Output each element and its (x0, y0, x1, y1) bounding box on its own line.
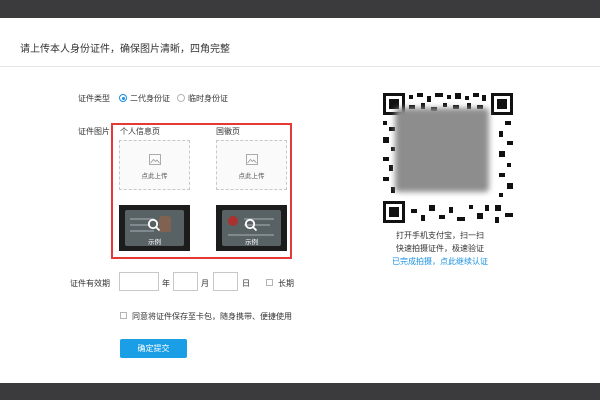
validity-label: 证件有效期 (70, 279, 110, 288)
long-term-label: 长期 (278, 279, 294, 288)
qr-instruction-line2: 快速拍摄证件，极速验证 (396, 244, 484, 253)
day-input[interactable] (213, 272, 238, 291)
image-upload-icon (246, 154, 258, 165)
bottom-bar (0, 383, 600, 400)
upload-back-button[interactable]: 点此上传 (216, 140, 287, 190)
radio-second-gen-id-label[interactable]: 二代身份证 (130, 93, 170, 104)
sample-back-text: 示例 (245, 238, 258, 246)
submit-button[interactable]: 确定提交 (120, 339, 187, 358)
day-unit: 日 (242, 279, 250, 288)
magnifier-icon (147, 218, 161, 232)
month-unit: 月 (201, 279, 209, 288)
top-bar (0, 0, 600, 18)
upload-back-text: 点此上传 (238, 172, 265, 180)
continue-verification-link[interactable]: 已完成拍摄，点此继续认证 (360, 256, 520, 267)
radio-temporary-id[interactable] (177, 94, 185, 102)
sample-back-thumbnail[interactable]: 示例 (216, 205, 287, 251)
header-divider (0, 66, 600, 67)
sample-front-thumbnail[interactable]: 示例 (119, 205, 190, 251)
doc-image-label: 证件图片 (78, 127, 110, 136)
year-unit: 年 (162, 279, 170, 288)
upload-front-button[interactable]: 点此上传 (119, 140, 190, 190)
doc-type-label: 证件类型 (78, 94, 110, 103)
back-side-label: 国徽页 (216, 127, 240, 136)
save-consent-label: 同意将证件保存至卡包，随身携带、便捷使用 (132, 312, 292, 321)
long-term-checkbox[interactable] (266, 279, 273, 286)
month-input[interactable] (173, 272, 198, 291)
save-consent-checkbox[interactable] (120, 312, 127, 319)
sample-front-text: 示例 (148, 238, 161, 246)
qr-blurred-center (395, 108, 489, 192)
radio-temporary-id-label[interactable]: 临时身份证 (188, 93, 228, 104)
radio-second-gen-id[interactable] (119, 94, 127, 102)
front-side-label: 个人信息页 (120, 127, 160, 136)
page-title: 请上传本人身份证件，确保图片清晰，四角完整 (20, 44, 230, 55)
upload-front-text: 点此上传 (141, 172, 168, 180)
image-upload-icon (149, 154, 161, 165)
year-input[interactable] (119, 272, 159, 291)
magnifier-icon (244, 218, 258, 232)
qr-instruction-line1: 打开手机支付宝，扫一扫 (396, 231, 484, 240)
